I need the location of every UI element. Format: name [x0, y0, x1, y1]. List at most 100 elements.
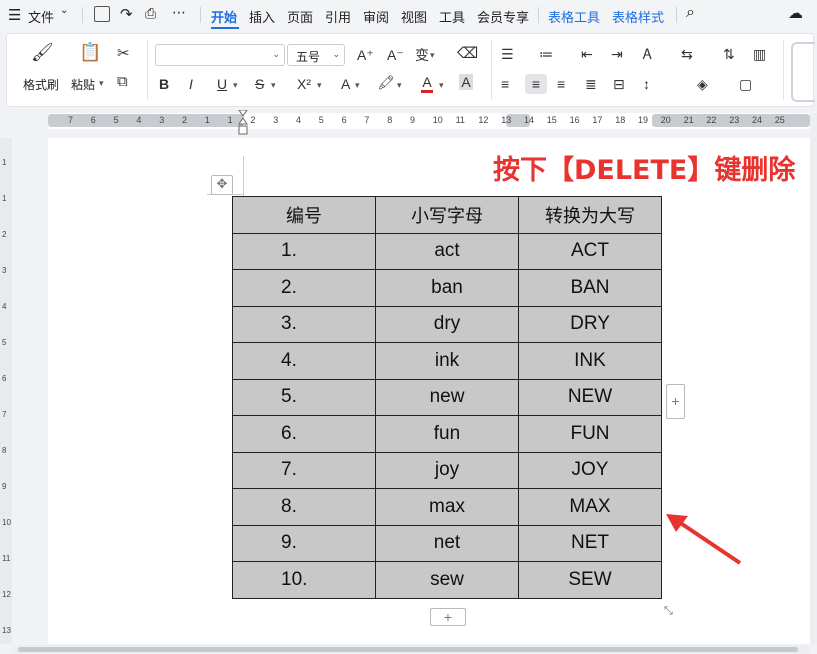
sort-az-icon[interactable]: ⇅ [723, 46, 735, 62]
align-center-icon[interactable]: ≡ [525, 74, 547, 94]
highlight-icon[interactable]: 🖍 [377, 74, 395, 90]
chevron-down-icon[interactable]: ▾ [271, 80, 276, 91]
text-direction-icon[interactable]: Ꭺ [643, 46, 652, 62]
horizontal-ruler[interactable]: 7 6 5 4 3 2 1 1 2 3 4 5 6 7 8 9 10 11 12 13 14 15 16 17 18 19 20 21… [48, 113, 810, 129]
cell-lowercase[interactable]: new [375, 378, 519, 416]
header-cell-lowercase[interactable]: 小写字母 [375, 196, 519, 234]
strikethrough-button[interactable]: S [255, 76, 264, 92]
clear-format-icon[interactable]: ⌫ [457, 46, 478, 62]
cell-lowercase[interactable]: act [375, 232, 519, 270]
table-resize-handle-icon[interactable]: ⤡ [664, 605, 673, 618]
vertical-ruler[interactable]: 1 1 2 3 4 5 6 7 8 9 10 11 12 13 [0, 138, 12, 644]
numbered-list-icon[interactable]: ≔ [539, 46, 553, 62]
format-painter-icon[interactable]: 🖌 [31, 43, 54, 61]
shading-icon[interactable]: ◈ [697, 76, 708, 92]
tab-references[interactable]: 引用 [325, 7, 351, 26]
cell-lowercase[interactable]: ban [375, 269, 519, 307]
cell-lowercase[interactable]: joy [375, 451, 519, 489]
add-row-button[interactable]: + [430, 608, 466, 626]
bold-button[interactable]: B [159, 76, 169, 92]
cell-number[interactable]: 2. [232, 269, 376, 307]
cut-icon[interactable]: ✂ [117, 46, 130, 62]
cell-lowercase[interactable]: net [375, 524, 519, 562]
font-size-combo[interactable]: 五号 ⌄ [287, 44, 345, 66]
cell-number[interactable]: 8. [232, 488, 376, 526]
underline-button[interactable]: U [217, 76, 227, 92]
align-right-icon[interactable]: ≡ [557, 76, 565, 92]
hamburger-icon[interactable]: ☰ [8, 6, 21, 24]
scrollbar-thumb[interactable] [18, 647, 798, 652]
tab-tools[interactable]: 工具 [439, 7, 465, 26]
tab-review[interactable]: 审阅 [363, 7, 389, 26]
cell-uppercase[interactable]: SEW [518, 561, 662, 599]
show-marks-icon[interactable]: ▥ [753, 46, 766, 62]
chevron-down-icon[interactable]: ▾ [317, 80, 322, 91]
document-table[interactable]: 编号 小写字母 转换为大写 1. act ACT 2. ban BAN 3. dry DRY 4.… [232, 196, 662, 599]
cell-number[interactable]: 3. [232, 305, 376, 343]
cell-number[interactable]: 1. [232, 232, 376, 270]
distribute-icon[interactable]: ⊟ [613, 76, 625, 92]
bullet-list-icon[interactable]: ☰ [501, 46, 514, 62]
cell-uppercase[interactable]: ACT [518, 232, 662, 270]
char-shading-button[interactable]: A [459, 74, 473, 90]
decrease-indent-icon[interactable]: ⇤ [581, 46, 593, 62]
chevron-down-icon[interactable]: ▾ [99, 78, 104, 89]
header-cell-uppercase[interactable]: 转换为大写 [518, 196, 662, 234]
superscript-button[interactable]: X² [297, 76, 311, 92]
shrink-font-button[interactable]: A⁻ [387, 47, 404, 63]
cell-number[interactable]: 4. [232, 342, 376, 380]
cell-lowercase[interactable]: max [375, 488, 519, 526]
cell-uppercase[interactable]: NET [518, 524, 662, 562]
indent-marker[interactable] [238, 109, 248, 136]
paste-button[interactable]: 粘贴 [71, 76, 95, 93]
print-icon[interactable]: ⎙ [145, 5, 156, 22]
phonetic-button[interactable]: 变 [415, 47, 429, 63]
cell-uppercase[interactable]: JOY [518, 451, 662, 489]
search-icon[interactable]: ⌕ [686, 4, 695, 22]
grow-font-button[interactable]: A⁺ [357, 47, 374, 63]
cell-number[interactable]: 6. [232, 415, 376, 453]
italic-button[interactable]: I [189, 76, 193, 92]
chevron-down-icon[interactable]: ▾ [355, 80, 360, 91]
chevron-down-icon[interactable]: ▾ [439, 80, 444, 91]
chevron-down-icon[interactable]: ▾ [430, 50, 435, 61]
cell-number[interactable]: 10. [232, 561, 376, 599]
chevron-down-icon[interactable]: ⌄ [332, 49, 340, 60]
cell-number[interactable]: 7. [232, 451, 376, 489]
chevron-down-icon[interactable]: ▾ [397, 80, 402, 91]
tab-home[interactable]: 开始 [211, 7, 237, 26]
add-column-button[interactable]: + [666, 384, 685, 419]
chevron-down-icon[interactable]: ⌄ [272, 49, 280, 60]
align-left-icon[interactable]: ≡ [501, 76, 509, 92]
horizontal-scrollbar[interactable] [12, 645, 810, 654]
font-color-button[interactable]: A [421, 74, 433, 93]
copy-icon[interactable]: ⧉ [117, 74, 128, 90]
font-name-combo[interactable]: ⌄ [155, 44, 285, 66]
format-painter-button[interactable]: 格式刷 [23, 76, 59, 93]
save-icon[interactable] [94, 6, 110, 22]
tab-table-tools[interactable]: 表格工具 [548, 7, 600, 26]
cell-uppercase[interactable]: INK [518, 342, 662, 380]
tab-insert[interactable]: 插入 [249, 7, 275, 26]
cell-number[interactable]: 9. [232, 524, 376, 562]
line-spacing-icon[interactable]: ↕ [643, 76, 650, 92]
cell-lowercase[interactable]: ink [375, 342, 519, 380]
cell-uppercase[interactable]: FUN [518, 415, 662, 453]
paste-icon[interactable]: 📋 [79, 43, 101, 61]
tab-member[interactable]: 会员专享 [477, 7, 529, 26]
tab-view[interactable]: 视图 [401, 7, 427, 26]
style-gallery[interactable] [791, 42, 815, 102]
vertical-scrollbar[interactable] [810, 113, 817, 645]
cell-uppercase[interactable]: BAN [518, 269, 662, 307]
redo-icon[interactable]: ↷ [120, 5, 133, 23]
cell-lowercase[interactable]: dry [375, 305, 519, 343]
text-effect-button[interactable]: A [341, 76, 350, 92]
cell-lowercase[interactable]: fun [375, 415, 519, 453]
cell-uppercase[interactable]: DRY [518, 305, 662, 343]
more-icon[interactable]: ⋯ [172, 4, 186, 21]
header-cell-number[interactable]: 编号 [232, 196, 376, 234]
tab-page[interactable]: 页面 [287, 7, 313, 26]
increase-indent-icon[interactable]: ⇥ [611, 46, 623, 62]
tab-table-style[interactable]: 表格样式 [612, 7, 664, 26]
chevron-down-icon[interactable]: ▾ [233, 80, 238, 91]
